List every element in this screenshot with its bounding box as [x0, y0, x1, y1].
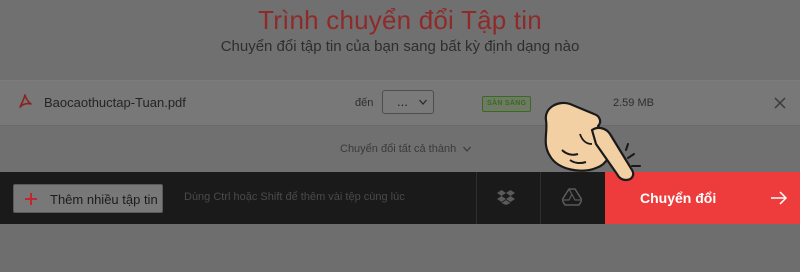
convert-label: Chuyển đổi: [640, 190, 717, 206]
chevron-down-icon: [463, 146, 472, 153]
divider: [476, 172, 477, 224]
status-badge: SẴN SÀNG: [482, 96, 532, 112]
pointing-hand-icon: [544, 101, 641, 182]
format-select-value: ...: [397, 94, 408, 109]
format-select[interactable]: ...: [382, 90, 434, 114]
plus-icon: [25, 193, 37, 205]
file-row: Baocaothuctap-Tuan.pdf đến ... SẴN SÀNG …: [0, 80, 800, 126]
to-label: đến: [355, 97, 374, 109]
pdf-icon: [19, 94, 32, 108]
google-drive-icon[interactable]: [562, 188, 582, 206]
add-files-label: Thêm nhiều tập tin: [50, 192, 158, 207]
multi-select-hint: Dùng Ctrl hoặc Shift để thêm vài tệp cùn…: [184, 191, 405, 203]
file-name: Baocaothuctap-Tuan.pdf: [44, 95, 186, 110]
page-footer-area: [0, 224, 800, 272]
dropbox-icon[interactable]: [497, 189, 515, 205]
close-icon[interactable]: [772, 95, 788, 111]
page-title: Trình chuyển đổi Tập tin: [258, 5, 542, 35]
convert-all-label: Chuyển đổi tất cả thành: [340, 143, 457, 155]
convert-all-dropdown[interactable]: Chuyển đổi tất cả thành: [340, 143, 472, 155]
page-subtitle: Chuyển đổi tập tin của bạn sang bất kỳ đ…: [220, 38, 580, 55]
add-files-button[interactable]: Thêm nhiều tập tin: [13, 184, 163, 213]
arrow-right-icon: [771, 191, 788, 205]
chevron-down-icon: [419, 99, 427, 105]
